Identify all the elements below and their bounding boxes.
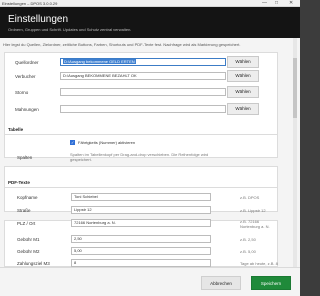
mahnungen-label: Mahnungen [15,107,39,112]
row-number-checkbox[interactable]: ✓ [70,140,75,145]
storno-input[interactable] [60,88,226,96]
storno-choose-button[interactable]: Wählen [227,86,259,98]
dialog-footer: Abbrechen Speichern [0,267,300,296]
mahnungen-choose-button[interactable]: Wählen [227,103,259,115]
storno-label: Storno [15,90,29,95]
gebuehr-m1-hint: z.B. 2,50 [240,237,256,242]
spalten-hint: Spalten im Tabellenkopf per Drag-and-dro… [70,152,209,162]
gebuehr-m1-input[interactable]: 2,50 [71,235,211,243]
mahnungen-input[interactable] [60,105,226,113]
tabelle-divider [4,134,278,135]
strasse-input[interactable]: Lippstr 12 [71,206,211,214]
maximize-button[interactable]: □ [275,0,278,7]
settings-header: Einstellungen Ordnern, Gruppen und Schri… [0,7,300,38]
kopfname-input[interactable]: Toni Schiebel [71,193,211,201]
verbucher-label: Verbucher [15,74,36,79]
plz-ort-hint: z.B. 72166 Nortenburg a. N. [240,219,270,229]
spalten-label: Spalten [17,155,33,160]
strasse-label: Straße [17,208,31,213]
window-titlebar: Einstellungen – DPOS 3.0.0.29 — □ ✕ [0,0,300,7]
window-title: Einstellungen – DPOS 3.0.0.29 [2,1,58,6]
page-title: Einstellungen [8,14,69,25]
scrollbar-thumb[interactable] [293,58,297,118]
tabelle-heading: Tabelle [8,127,24,132]
content-scrollbar[interactable] [293,38,297,267]
gebuehr-m1-label: Gebühr M1 [17,237,40,242]
settings-content[interactable]: Hier legst du Quellen, Zielordner, zeitl… [0,38,300,267]
save-button[interactable]: Speichern [251,276,291,290]
zahlungsziel-hint: Tage ab heute, z.B. 8 [240,261,278,266]
verbucher-input[interactable]: D:\Ausgang BEKOMMENE BEZAHLT OK [60,72,226,80]
gebuehr-m2-label: Gebühr M2 [17,249,40,254]
intro-text: Hier legst du Quellen, Zielordner, zeitl… [3,42,241,47]
zahlungsziel-label: Zahlungsziel M3 [17,261,50,266]
close-button[interactable]: ✕ [289,0,293,7]
pdf-divider [4,187,278,188]
gebuehr-m2-input[interactable]: 5,00 [71,247,211,255]
quellordner-input[interactable]: D:\Ausgang bekommene GELD ERTEN [60,58,226,66]
minimize-button[interactable]: — [262,0,267,7]
kopfname-hint: z.B. DPOS [240,195,260,200]
kopfname-label: Kopfname [17,195,38,200]
verbucher-choose-button[interactable]: Wählen [227,70,259,82]
zahlungsziel-input[interactable]: 8 [71,259,211,267]
pdf-heading: PDF-Texte [8,180,30,185]
strasse-hint: z.B. Lippstr 12 [240,208,266,213]
plz-ort-label: PLZ / Ort [17,221,36,226]
cancel-button[interactable]: Abbrechen [201,276,241,290]
page-subtitle: Ordnern, Gruppen und Schrift. Updates un… [8,27,132,32]
quellordner-choose-button[interactable]: Wählen [227,56,259,68]
plz-ort-input[interactable]: 72166 Nortenburg a. N. [71,219,211,227]
row-number-checkbox-label: Fährtgkeits (Nummer) aktivieren [78,140,136,145]
quellordner-label: Quellordner [15,60,39,65]
gebuehr-m2-hint: z.B. 5,00 [240,249,256,254]
